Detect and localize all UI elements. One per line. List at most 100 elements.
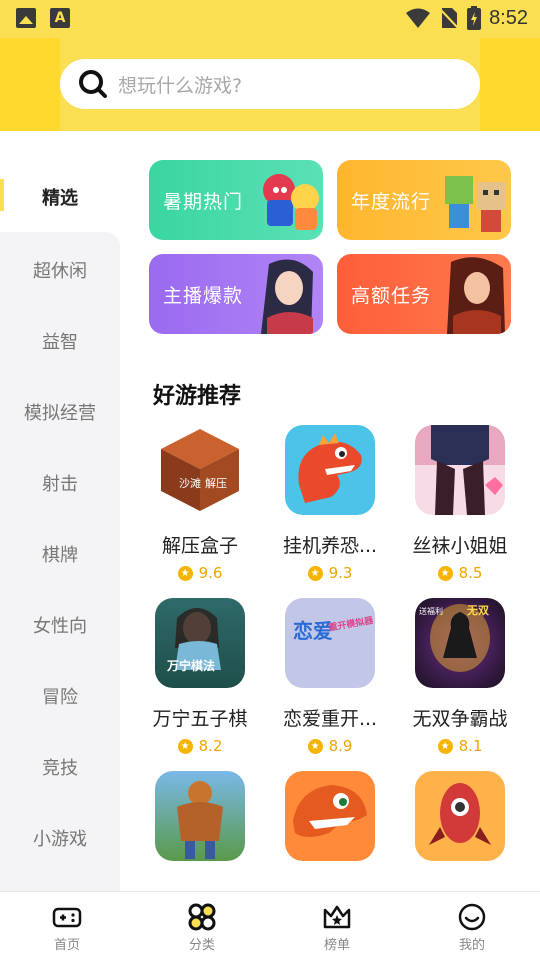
icon-title-text: 无双: [466, 604, 489, 617]
banner-yearly-popular[interactable]: 年度流行: [337, 160, 511, 240]
gamepad-icon: [52, 907, 82, 928]
game-rating: ★ 8.1: [400, 737, 520, 755]
rating-value: 8.1: [458, 737, 483, 755]
game-rating: ★ 8.5: [400, 564, 520, 582]
cartoon-characters-image: [263, 174, 319, 230]
anime-girl-image: [261, 259, 313, 334]
game-rating: ★ 9.6: [140, 564, 260, 582]
sidebar-item[interactable]: 竞技: [0, 731, 120, 802]
wooden-cube-image: 沙滩 解压: [161, 429, 239, 511]
no-sim-icon: [439, 8, 459, 29]
game-card[interactable]: 丝袜小姐姐 ★ 8.5: [400, 425, 520, 582]
red-dinosaur-image: [298, 433, 362, 503]
love-restart-image: 恋爱 重开模拟器: [285, 598, 375, 688]
banner-label: 高额任务: [351, 285, 432, 307]
rating-value: 8.9: [328, 737, 353, 755]
game-card[interactable]: [270, 771, 390, 877]
game-icon: 无双 送福利: [415, 598, 505, 688]
image-icon: [16, 8, 36, 28]
banner-summer-hot[interactable]: 暑期热门: [149, 160, 323, 240]
star-icon: ★: [437, 565, 453, 581]
block-characters-image: [445, 176, 505, 232]
status-bar: A 8:52: [0, 0, 540, 38]
nav-label: 分类: [188, 938, 215, 953]
game-card[interactable]: 沙滩 解压 解压盒子 ★ 9.6: [140, 425, 260, 582]
game-name: 丝袜小姐姐: [412, 535, 508, 557]
bottom-navigation: 首页 分类 榜单 我的: [0, 891, 540, 960]
game-icon: 恋爱 重开模拟器: [285, 598, 375, 688]
smile-icon: [458, 903, 486, 931]
sidebar-item-label: 精选: [42, 188, 78, 209]
section-title: 好游推荐: [153, 384, 242, 409]
game-icon: 沙滩 解压: [155, 425, 245, 515]
game-card[interactable]: 万宁棋法 万宁五子棋 ★ 8.2: [140, 598, 260, 755]
wifi-icon: [406, 8, 431, 28]
game-name: 恋爱重开...: [282, 708, 378, 730]
nav-rankings[interactable]: 榜单: [297, 902, 377, 953]
dark-warrior-image: 无双 送福利: [419, 604, 490, 672]
game-card[interactable]: [400, 771, 520, 877]
game-card[interactable]: 无双 送福利 无双争霸战 ★ 8.1: [400, 598, 520, 755]
stockings-girl-image: [415, 425, 505, 515]
game-card[interactable]: 恋爱 重开模拟器 恋爱重开... ★ 8.9: [270, 598, 390, 755]
status-time: 8:52: [489, 6, 528, 29]
banner-label: 主播爆款: [163, 285, 244, 307]
rating-value: 8.2: [198, 737, 223, 755]
nav-label: 首页: [53, 938, 80, 953]
banner-label: 年度流行: [351, 191, 432, 213]
active-indicator: [0, 179, 4, 211]
nav-label: 榜单: [323, 938, 350, 953]
star-icon: ★: [177, 738, 193, 754]
star-icon: ★: [177, 565, 193, 581]
game-icon: 万宁棋法: [155, 598, 245, 688]
banner-streamer-hit[interactable]: 主播爆款: [149, 254, 323, 334]
rock-giant-image: [177, 781, 223, 859]
nav-profile[interactable]: 我的: [432, 902, 512, 953]
header-accent-left: [0, 38, 60, 131]
sidebar-item[interactable]: 棋牌: [0, 518, 120, 589]
battery-icon: [467, 6, 482, 30]
warrior-woman-image: [447, 257, 505, 334]
search-input[interactable]: 想玩什么游戏?: [60, 59, 480, 109]
sidebar-item[interactable]: 冒险: [0, 660, 120, 731]
nav-category[interactable]: 分类: [162, 902, 242, 953]
icon-title-text: 恋爱: [293, 619, 333, 643]
game-name: 无双争霸战: [412, 708, 508, 730]
game-icon: [415, 425, 505, 515]
sidebar-item[interactable]: 射击: [0, 447, 120, 518]
search-placeholder: 想玩什么游戏?: [118, 74, 243, 97]
category-sidebar: 精选 超休闲 益智 模拟经营 射击 棋牌 女性向 冒险 竞技 小游戏: [0, 131, 120, 891]
sidebar-item[interactable]: 益智: [0, 305, 120, 376]
nav-home[interactable]: 首页: [27, 902, 107, 953]
icon-badge-text: 送福利: [419, 606, 443, 616]
search-icon: [79, 70, 107, 98]
game-rating: ★ 8.9: [270, 737, 390, 755]
rating-value: 9.6: [198, 564, 223, 582]
sidebar-item-featured[interactable]: 精选: [0, 131, 120, 233]
rating-value: 9.3: [328, 564, 353, 582]
game-icon: [285, 425, 375, 515]
sidebar-item[interactable]: 女性向: [0, 589, 120, 660]
game-name: 挂机养恐...: [282, 535, 378, 557]
game-icon: [285, 771, 375, 861]
cube-text-left: 沙滩: [179, 476, 201, 490]
game-rating: ★ 9.3: [270, 564, 390, 582]
star-icon: ★: [437, 738, 453, 754]
game-card[interactable]: 挂机养恐... ★ 9.3: [270, 425, 390, 582]
banner-high-reward-task[interactable]: 高额任务: [337, 254, 511, 334]
fantasy-girl-image: 万宁棋法: [166, 608, 221, 673]
game-name: 解压盒子: [161, 535, 238, 557]
grid-icon: [188, 903, 216, 931]
star-icon: ★: [307, 565, 323, 581]
sidebar-item[interactable]: 小游戏: [0, 802, 120, 873]
orange-dinosaur-image: [293, 785, 367, 837]
game-name: 万宁五子棋: [152, 708, 248, 730]
sidebar-list: 超休闲 益智 模拟经营 射击 棋牌 女性向 冒险 竞技 小游戏: [0, 232, 120, 891]
font-icon: A: [50, 8, 70, 28]
game-icon: [155, 771, 245, 861]
sidebar-item[interactable]: 超休闲: [0, 234, 120, 305]
sidebar-item[interactable]: 模拟经营: [0, 376, 120, 447]
nav-label: 我的: [458, 938, 485, 953]
red-rocket-image: [429, 783, 491, 845]
game-card[interactable]: [140, 771, 260, 877]
